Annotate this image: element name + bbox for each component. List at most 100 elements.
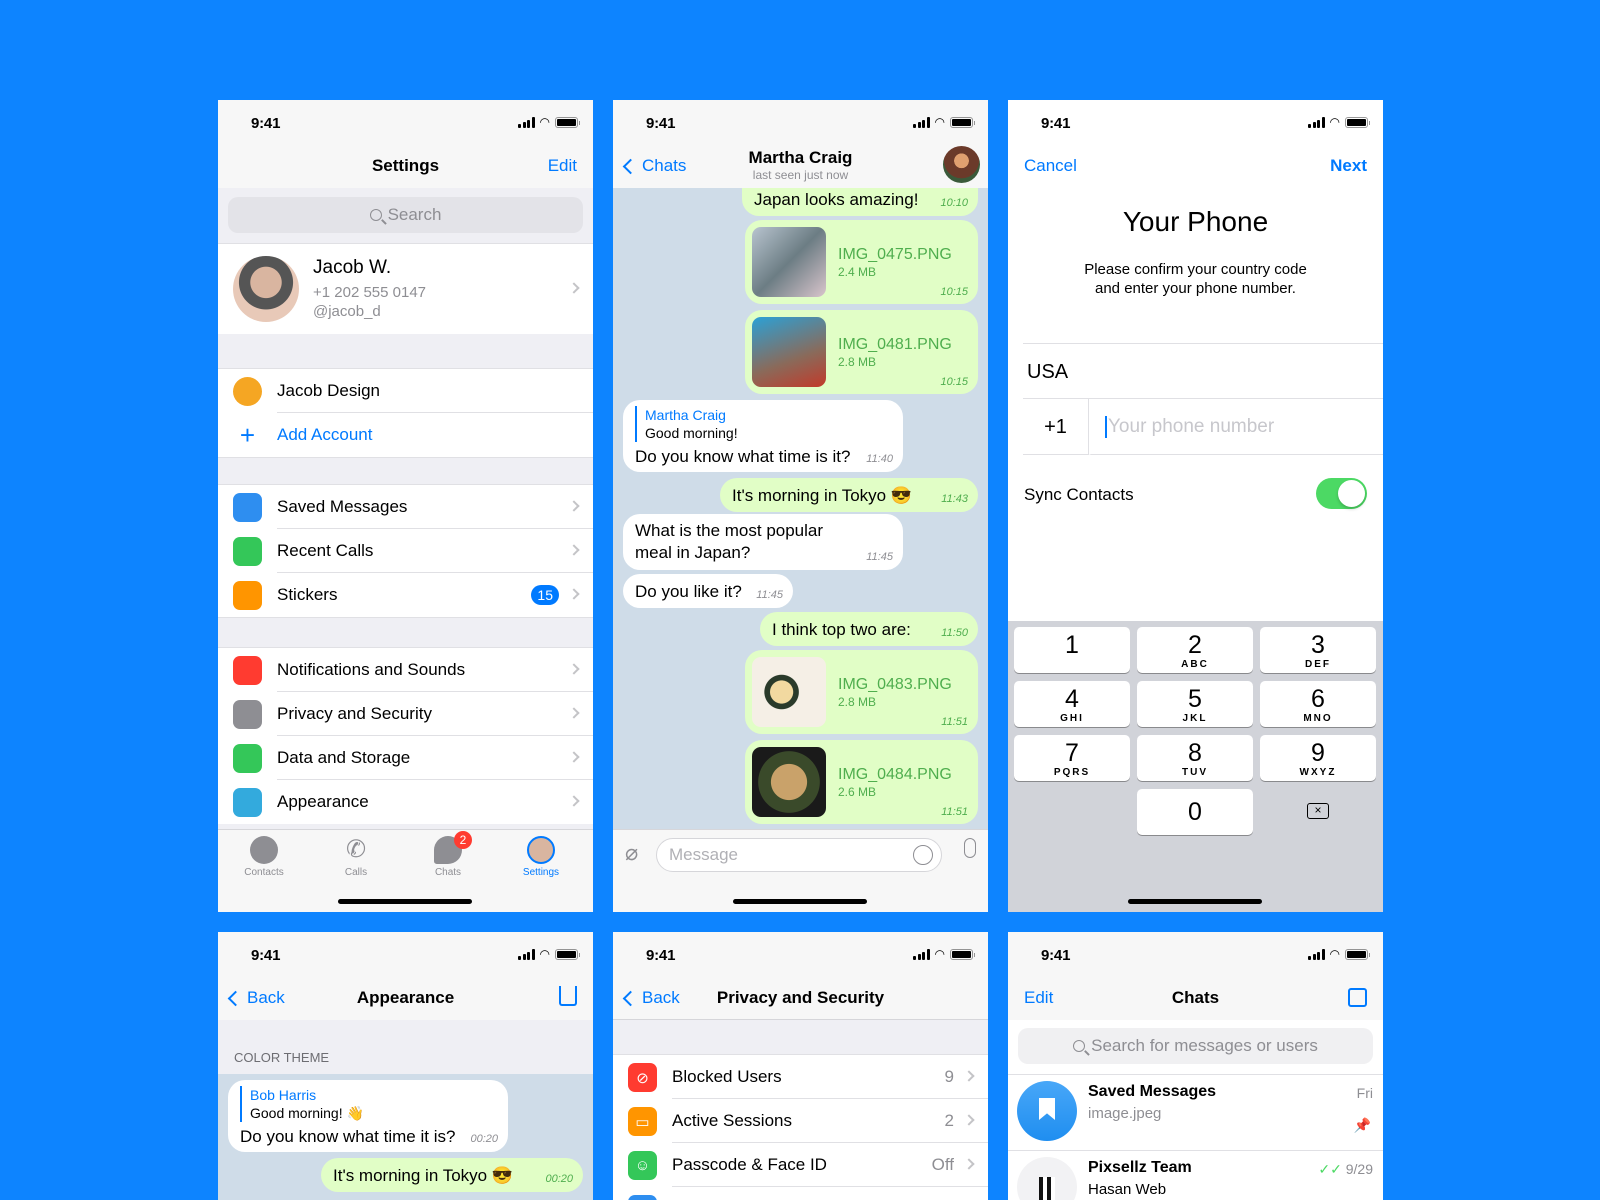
tab-badge: 2 — [454, 831, 472, 849]
active-sessions-row[interactable]: ▭ Active Sessions 2 — [613, 1099, 988, 1143]
tab-settings[interactable]: Settings — [501, 836, 581, 878]
chat-avatar[interactable] — [943, 146, 980, 183]
key-5[interactable]: 5 JKL — [1137, 681, 1253, 727]
chat-list-item[interactable]: Pixsellz Team Hasan Web ✓✓ 9/29 — [1008, 1150, 1383, 1200]
status-time: 9:41 — [646, 115, 676, 132]
phone-icon — [233, 537, 262, 566]
account-row[interactable]: Jacob Design — [218, 369, 593, 413]
settings-screen: 9:41 ◠ Settings Edit Search Jacob W. +1 … — [218, 100, 593, 912]
key-7[interactable]: 7 PQRS — [1014, 735, 1130, 781]
chat-preview: Hasan Web — [1088, 1181, 1167, 1198]
backspace-icon[interactable]: × — [1307, 803, 1329, 819]
read-checkmark-icon: ✓✓ — [1318, 1161, 1342, 1177]
chevron-right-icon — [963, 1070, 975, 1082]
privacy-screen: 9:41 ◠ Back Privacy and Security ⊘ Blocke… — [613, 932, 988, 1200]
key-2[interactable]: 2 ABC — [1137, 627, 1253, 673]
search-input[interactable]: Search — [228, 197, 583, 233]
compose-icon[interactable] — [1348, 988, 1367, 1007]
profile-name: Jacob W. — [313, 257, 392, 278]
status-bar: 9:41 ◠ — [1008, 100, 1383, 144]
share-icon[interactable] — [559, 986, 577, 1006]
chat-date: ✓✓ 9/29 — [1318, 1161, 1373, 1177]
signal-icon — [1308, 116, 1325, 128]
appearance-screen: 9:41 ◠ Back Appearance COLOR THEME Bob H… — [218, 932, 593, 1200]
chat-list-item[interactable]: Saved Messages image.jpeg Fri 📌 — [1008, 1074, 1383, 1150]
phone-number-input[interactable]: Your phone number — [1089, 399, 1383, 455]
key-1[interactable]: 1 — [1014, 627, 1130, 673]
settings-row-saved-messages[interactable]: Saved Messages — [218, 485, 593, 529]
tab-calls[interactable]: ✆ Calls — [316, 836, 396, 878]
key-0[interactable]: 0 — [1137, 789, 1253, 835]
numeric-keypad: 1 2 ABC 3 DEF 4 GHI 5 JKL 6 MNO 7 PQRS 8 TUV 9W… — [1008, 621, 1383, 912]
add-account-button[interactable]: + Add Account — [218, 413, 593, 457]
home-indicator — [733, 899, 867, 904]
message-bubble-in: Bob Harris Good morning! 👋 Do you know wh… — [228, 1080, 508, 1152]
settings-row-recent-calls[interactable]: Recent Calls — [218, 529, 593, 573]
tab-contacts[interactable]: Contacts — [224, 836, 304, 878]
privacy-group: ⊘ Blocked Users 9 ▭ Active Sessions 2 ☺ Passc… — [613, 1054, 988, 1200]
wifi-icon: ◠ — [934, 115, 945, 129]
attachment-icon[interactable]: ⌀ — [625, 840, 638, 866]
file-message[interactable]: IMG_0481.PNG 2.8 MB 10:15 — [745, 310, 978, 394]
passcode-row[interactable]: ☺ Passcode & Face ID Off — [613, 1143, 988, 1187]
message-bubble-in[interactable]: Do you like it? 11:45 — [623, 574, 793, 608]
file-message[interactable]: IMG_0483.PNG 2.8 MB 11:51 — [745, 650, 978, 734]
file-message[interactable]: IMG_0475.PNG 2.4 MB 10:15 — [745, 220, 978, 304]
microphone-icon[interactable] — [964, 838, 976, 858]
profile-row[interactable]: Jacob W. +1 202 555 0147 @jacob_d — [218, 243, 593, 334]
chevron-right-icon — [568, 663, 580, 675]
chevron-right-icon — [568, 795, 580, 807]
country-code[interactable]: +1 — [1023, 399, 1089, 455]
wifi-icon: ◠ — [1329, 947, 1340, 961]
key-6[interactable]: 6 MNO — [1260, 681, 1376, 727]
search-input[interactable]: Search for messages or users — [1018, 1028, 1373, 1064]
message-bubble-out[interactable]: It's morning in Tokyo 😎 11:43 — [720, 478, 978, 512]
search-icon — [1073, 1040, 1086, 1052]
blocked-users-row[interactable]: ⊘ Blocked Users 9 — [613, 1055, 988, 1099]
settings-row[interactable] — [613, 1187, 988, 1200]
key-4[interactable]: 4 GHI — [1014, 681, 1130, 727]
settings-row-notifications-and-sounds[interactable]: Notifications and Sounds — [218, 648, 593, 692]
message-bubble-out[interactable]: I think top two are: 11:50 — [760, 612, 978, 646]
tab-chats[interactable]: 2 Chats — [408, 831, 488, 878]
profile-avatar-icon — [527, 836, 555, 864]
cancel-button[interactable]: Cancel — [1024, 156, 1077, 176]
settings-row-stickers[interactable]: Stickers 15 — [218, 573, 593, 617]
edit-button[interactable]: Edit — [548, 156, 577, 176]
brush-icon — [233, 788, 262, 817]
wifi-icon: ◠ — [539, 947, 550, 961]
sticker-icon[interactable] — [913, 845, 933, 865]
notification-icon — [233, 656, 262, 685]
section-header: COLOR THEME — [234, 1050, 330, 1065]
message-bubble-in[interactable]: Martha Craig Good morning! Do you know wh… — [623, 400, 903, 472]
chevron-right-icon — [568, 544, 580, 556]
signal-icon — [518, 116, 535, 128]
next-button[interactable]: Next — [1330, 156, 1367, 176]
image-thumbnail — [752, 657, 826, 727]
sync-contacts-toggle[interactable] — [1316, 478, 1367, 509]
key-3[interactable]: 3 DEF — [1260, 627, 1376, 673]
signal-icon — [913, 948, 930, 960]
key-8[interactable]: 8 TUV — [1137, 735, 1253, 781]
chat-title: Martha Craig — [748, 148, 853, 167]
settings-row-data-and-storage[interactable]: Data and Storage — [218, 736, 593, 780]
phone-icon: ✆ — [345, 836, 367, 863]
chats-nav: Edit Chats — [1008, 976, 1383, 1020]
reply-quote: Martha Craig Good morning! — [635, 406, 891, 443]
sync-contacts-label: Sync Contacts — [1024, 485, 1134, 504]
reply-quote: Bob Harris Good morning! 👋 — [240, 1086, 496, 1123]
file-message[interactable]: IMG_0484.PNG 2.6 MB 11:51 — [745, 740, 978, 824]
chat-screen: 9:41 ◠ Chats Martha Craig last seen just… — [613, 100, 988, 912]
settings-row-privacy-and-security[interactable]: Privacy and Security — [218, 692, 593, 736]
wifi-icon: ◠ — [1329, 115, 1340, 129]
text-cursor — [1105, 415, 1107, 438]
settings-row-appearance[interactable]: Appearance — [218, 780, 593, 824]
key-9[interactable]: 9 WXYZ — [1260, 735, 1376, 781]
battery-icon — [555, 948, 580, 960]
country-row[interactable]: USA — [1023, 343, 1383, 399]
message-bubble-out[interactable]: Japan looks amazing! 10:10 — [742, 188, 978, 216]
message-bubble-in[interactable]: What is the most popular meal in Japan? 11… — [623, 514, 903, 570]
message-input[interactable]: Message — [656, 838, 942, 872]
home-indicator — [338, 899, 472, 904]
wifi-icon: ◠ — [539, 115, 550, 129]
